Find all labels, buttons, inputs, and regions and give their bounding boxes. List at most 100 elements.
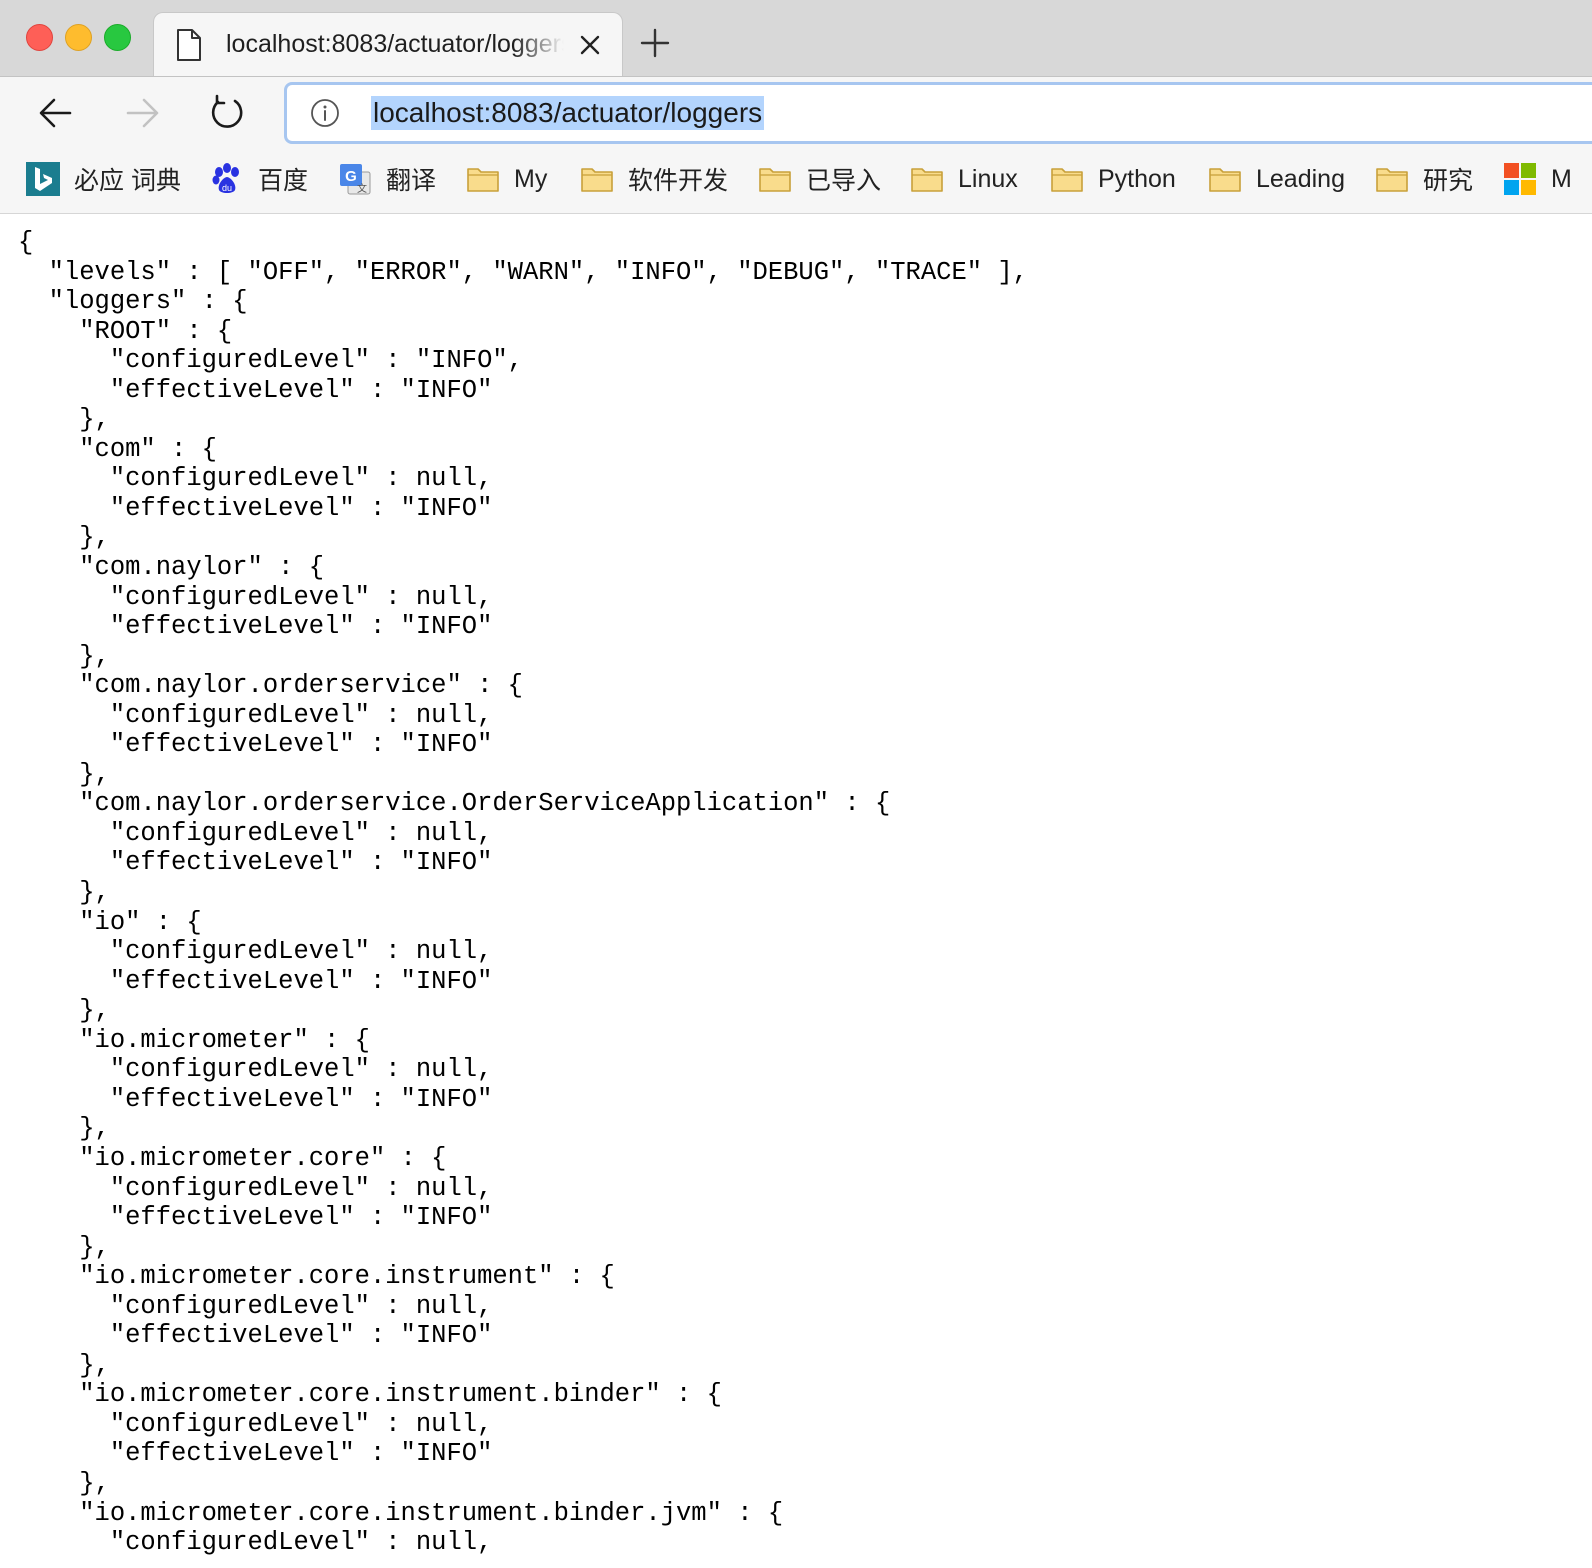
- json-line: "io.micrometer.core.instrument.binder" :…: [18, 1380, 722, 1410]
- json-line: "com.naylor.orderservice.OrderServiceApp…: [18, 789, 891, 819]
- json-line: "levels" : [ "OFF", "ERROR", "WARN", "IN…: [18, 257, 1028, 287]
- folder-icon: [1375, 162, 1409, 196]
- json-line: "effectiveLevel" : "INFO": [18, 1439, 493, 1469]
- bookmark-folder-leading[interactable]: Leading: [1208, 159, 1345, 199]
- tab-title: localhost:8083/actuator/loggers: [226, 30, 564, 58]
- bookmark-folder-linux[interactable]: Linux: [910, 159, 1018, 199]
- json-line: },: [18, 1232, 110, 1262]
- json-line: "com.naylor" : {: [18, 553, 325, 583]
- url-text[interactable]: localhost:8083/actuator/loggers: [371, 96, 765, 130]
- bookmark-baidu[interactable]: du 百度: [210, 159, 308, 199]
- json-line: "effectiveLevel" : "INFO": [18, 375, 493, 405]
- folder-icon: [580, 162, 614, 196]
- json-line: },: [18, 1350, 110, 1380]
- bookmark-microsoft[interactable]: M: [1503, 159, 1572, 199]
- json-line: "com.naylor.orderservice" : {: [18, 671, 523, 701]
- json-line: "effectiveLevel" : "INFO": [18, 612, 493, 642]
- folder-icon: [1050, 162, 1084, 196]
- baidu-paw-icon: du: [210, 162, 244, 196]
- json-line: "io.micrometer" : {: [18, 1025, 370, 1055]
- bookmark-label: 软件开发: [628, 167, 729, 195]
- google-translate-icon: G 文: [338, 162, 372, 196]
- site-info-icon[interactable]: [310, 98, 340, 128]
- json-line: "effectiveLevel" : "INFO": [18, 966, 493, 996]
- svg-text:文: 文: [357, 182, 367, 195]
- arrow-right-icon: [126, 98, 159, 128]
- back-button[interactable]: [36, 93, 76, 133]
- json-line: },: [18, 878, 110, 908]
- bing-icon: [26, 162, 60, 196]
- active-tab[interactable]: localhost:8083/actuator/loggers: [153, 12, 623, 76]
- json-line: "configuredLevel" : null,: [18, 818, 493, 848]
- new-tab-button[interactable]: [640, 28, 670, 58]
- bookmark-folder-imported[interactable]: 已导入: [758, 159, 881, 199]
- bookmark-folder-software-dev[interactable]: 软件开发: [580, 159, 728, 199]
- json-line: "effectiveLevel" : "INFO": [18, 1084, 493, 1114]
- bookmark-label: My: [514, 164, 548, 193]
- reload-icon: [211, 94, 243, 128]
- json-line: "com" : {: [18, 434, 217, 464]
- bookmark-label: M: [1551, 164, 1572, 193]
- folder-icon: [758, 162, 792, 196]
- svg-text:du: du: [222, 183, 232, 193]
- json-line: "effectiveLevel" : "INFO": [18, 1321, 493, 1351]
- document-icon: [176, 29, 202, 61]
- json-line: "io.micrometer.core.instrument.binder.jv…: [18, 1498, 784, 1528]
- close-window-button[interactable]: [26, 24, 53, 51]
- folder-icon: [910, 162, 944, 196]
- microsoft-icon: [1503, 162, 1537, 196]
- bookmark-folder-research[interactable]: 研究: [1375, 159, 1473, 199]
- json-line: "configuredLevel" : null,: [18, 464, 493, 494]
- json-line: "effectiveLevel" : "INFO": [18, 848, 493, 878]
- json-line: "io.micrometer.core.instrument" : {: [18, 1262, 615, 1292]
- arrow-left-icon: [39, 98, 72, 128]
- bookmark-bing-dict[interactable]: 必应 词典: [26, 159, 181, 199]
- tab-strip: localhost:8083/actuator/loggers: [0, 0, 1592, 77]
- json-line: "configuredLevel" : null,: [18, 582, 493, 612]
- zoom-window-button[interactable]: [104, 24, 131, 51]
- bookmark-label: 必应 词典: [74, 167, 181, 195]
- json-line: },: [18, 523, 110, 553]
- json-line: "configuredLevel" : null,: [18, 1291, 493, 1321]
- folder-icon: [466, 162, 500, 196]
- bookmark-label: 百度: [258, 167, 309, 195]
- address-bar[interactable]: localhost:8083/actuator/loggers: [284, 82, 1592, 144]
- minimize-window-button[interactable]: [65, 24, 92, 51]
- json-line: },: [18, 641, 110, 671]
- bookmark-label: Linux: [958, 164, 1018, 193]
- navigation-toolbar: localhost:8083/actuator/loggers: [0, 77, 1592, 149]
- json-line: },: [18, 1114, 110, 1144]
- json-line: "loggers" : {: [18, 287, 248, 317]
- bookmark-label: Leading: [1256, 164, 1345, 193]
- bookmark-folder-my[interactable]: My: [466, 159, 547, 199]
- json-line: "effectiveLevel" : "INFO": [18, 493, 493, 523]
- plus-icon: [640, 28, 670, 58]
- bookmark-folder-python[interactable]: Python: [1050, 159, 1176, 199]
- bookmark-label: 翻译: [386, 167, 437, 195]
- bookmark-label: 已导入: [806, 167, 882, 195]
- json-viewer: { "levels" : [ "OFF", "ERROR", "WARN", "…: [18, 228, 1578, 1568]
- json-line: },: [18, 1468, 110, 1498]
- json-line: "configuredLevel" : null,: [18, 1528, 493, 1558]
- forward-button[interactable]: [122, 93, 162, 133]
- json-line: "io" : {: [18, 907, 202, 937]
- json-line: "configuredLevel" : null,: [18, 1055, 493, 1085]
- folder-icon: [1208, 162, 1242, 196]
- bookmark-label: Python: [1098, 164, 1176, 193]
- json-line: },: [18, 759, 110, 789]
- json-line: "effectiveLevel" : "INFO": [18, 730, 493, 760]
- close-icon[interactable]: [578, 33, 602, 57]
- json-line: "configuredLevel" : "INFO",: [18, 346, 523, 376]
- json-line: "ROOT" : {: [18, 316, 233, 346]
- svg-text:G: G: [345, 168, 357, 185]
- json-line: "configuredLevel" : null,: [18, 937, 493, 967]
- reload-button[interactable]: [208, 93, 248, 133]
- bookmark-label: 研究: [1423, 167, 1474, 195]
- bookmark-translate[interactable]: G 文 翻译: [338, 159, 436, 199]
- json-line: {: [18, 228, 34, 257]
- json-line: },: [18, 996, 110, 1026]
- json-line: "configuredLevel" : null,: [18, 1173, 493, 1203]
- json-line: "io.micrometer.core" : {: [18, 1143, 447, 1173]
- json-line: "effectiveLevel" : "INFO": [18, 1203, 493, 1233]
- json-line: "configuredLevel" : null,: [18, 700, 493, 730]
